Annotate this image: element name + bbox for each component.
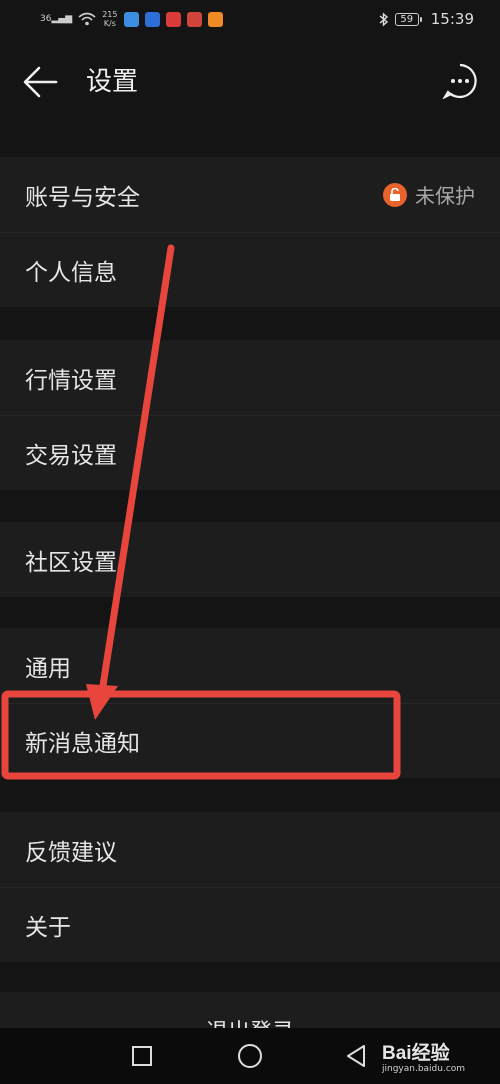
video-app-icon [207,11,223,27]
section-community: 社区设置 [0,522,500,597]
page-title: 设置 [86,67,139,97]
bluetooth-icon [379,11,388,27]
network-speed: 215 K/s [102,10,117,28]
section-about: 反馈建议 关于 [0,812,500,962]
recent-apps-icon[interactable] [132,1046,152,1066]
system-nav-bar: Bai经验 jingyan.baidu.com [0,1028,500,1084]
baidu-jingyan-watermark: Bai经验 [382,1043,450,1064]
status-left: 36▂▄▆ 215 K/s [40,10,223,28]
more-options-icon[interactable] [442,63,478,99]
battery-level: 59 [400,13,414,25]
settings-item-label: 社区设置 [25,549,117,576]
nav-back-icon[interactable] [344,1044,368,1068]
music-app-icon [144,11,160,27]
settings-item-label: 行情设置 [25,367,117,394]
network-type: 36 [40,14,52,24]
settings-item-feedback[interactable]: 反馈建议 [0,812,500,887]
settings-item-label: 反馈建议 [25,839,117,866]
logout-button[interactable]: 退出登录 [0,992,500,1032]
settings-item-account-security[interactable]: 账号与安全 未保护 [0,157,500,232]
message-app-icon [186,11,202,27]
unlock-icon [383,182,407,207]
home-icon[interactable] [238,1044,262,1068]
protection-status-badge: 未保护 [383,180,475,209]
status-bar: 36▂▄▆ 215 K/s 59 15:39 [0,0,500,38]
battery-icon: 59 [394,12,422,26]
back-arrow-icon[interactable] [22,64,58,100]
network-speed-unit: K/s [103,19,116,28]
settings-item-label: 个人信息 [25,259,117,286]
watermark-url: jingyan.baidu.com [382,1064,466,1074]
protection-status-text: 未保护 [415,184,475,208]
settings-item-label: 新消息通知 [25,730,140,757]
cell-signal-icon: 36▂▄▆ [40,14,73,24]
status-right: 59 15:39 [379,10,474,28]
settings-item-community[interactable]: 社区设置 [0,522,500,597]
settings-item-label: 关于 [25,914,71,941]
clock: 15:39 [430,10,474,28]
wifi-icon [78,12,96,26]
news-app-icon [165,11,181,27]
settings-item-market[interactable]: 行情设置 [0,340,500,415]
section-general: 通用 新消息通知 [0,628,500,778]
top-nav-bar: 设置 [0,38,500,126]
settings-item-trade[interactable]: 交易设置 [0,415,500,490]
settings-item-new-message-notification[interactable]: 新消息通知 [0,703,500,778]
settings-item-personal-info[interactable]: 个人信息 [0,232,500,307]
settings-item-label: 交易设置 [25,442,117,469]
network-speed-value: 215 [102,10,118,19]
app-notification-icon [123,11,139,27]
settings-item-label: 账号与安全 [25,184,140,211]
settings-item-about[interactable]: 关于 [0,887,500,962]
section-account: 账号与安全 未保护 个人信息 [0,157,500,307]
settings-item-general[interactable]: 通用 [0,628,500,703]
settings-item-label: 通用 [25,655,71,682]
section-trading: 行情设置 交易设置 [0,340,500,490]
